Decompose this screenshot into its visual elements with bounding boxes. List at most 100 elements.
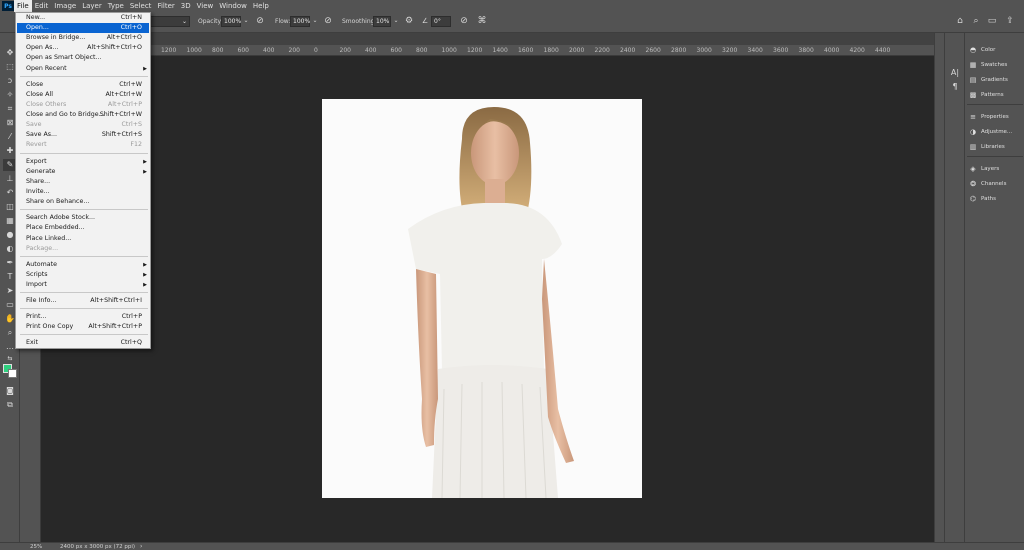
vertical-scrollbar[interactable]: [934, 33, 944, 542]
brush-mode-select[interactable]: ⌄: [150, 16, 190, 27]
screen-mode-icon[interactable]: ⧉: [3, 399, 17, 411]
character-panel-icon[interactable]: A|: [948, 67, 962, 79]
menu-item-invite[interactable]: Invite...: [17, 187, 149, 197]
menu-item-close-bridge[interactable]: Close and Go to Bridge... Shift+Ctrl+W: [17, 110, 149, 120]
menu-select[interactable]: Select: [127, 0, 155, 12]
menu-item-export[interactable]: Export ▶: [17, 157, 149, 167]
menu-item-open[interactable]: Open... Ctrl+O: [17, 23, 149, 33]
menu-view[interactable]: View: [194, 0, 217, 12]
patterns-icon: ▩: [969, 91, 977, 99]
menu-item-import[interactable]: Import ▶: [17, 280, 149, 290]
ruler-tick-label: 3600: [773, 47, 789, 54]
menu-item-scripts[interactable]: Scripts ▶: [17, 270, 149, 280]
menu-type[interactable]: Type: [105, 0, 127, 12]
panel-color[interactable]: ◓ Color: [969, 44, 995, 56]
menu-item-open-smart-object[interactable]: Open as Smart Object...: [17, 53, 149, 63]
menu-item-open-as[interactable]: Open As... Alt+Shift+Ctrl+O: [17, 43, 149, 53]
ruler-tick-label: 2400: [620, 47, 636, 54]
zoom-level[interactable]: 25%: [30, 544, 42, 550]
panel-properties-label: Properties: [981, 114, 1009, 120]
paragraph-panel-icon[interactable]: ¶: [948, 81, 962, 93]
menu-item-share-behance[interactable]: Share on Behance...: [17, 197, 149, 207]
menu-item-new[interactable]: New... Ctrl+N: [17, 13, 149, 23]
menu-image[interactable]: Image: [51, 0, 79, 12]
menu-item-search-stock[interactable]: Search Adobe Stock...: [17, 213, 149, 223]
share-icon[interactable]: ⇪: [1004, 15, 1016, 27]
menu-layer[interactable]: Layer: [79, 0, 105, 12]
panel-gradients-label: Gradients: [981, 77, 1008, 83]
panel-libraries[interactable]: ▥ Libraries: [969, 141, 1005, 153]
gear-icon[interactable]: ⚙: [403, 15, 415, 27]
chevron-right-icon[interactable]: ›: [140, 543, 142, 550]
collapsed-tools-strip: A| ¶: [944, 33, 964, 542]
menu-3d[interactable]: 3D: [178, 0, 194, 12]
angle-input[interactable]: 0°: [431, 16, 451, 27]
menu-item-place-linked[interactable]: Place Linked...: [17, 234, 149, 244]
panel-channels-label: Channels: [981, 181, 1007, 187]
menu-item-close[interactable]: Close Ctrl+W: [17, 80, 149, 90]
panel-patterns-label: Patterns: [981, 92, 1004, 98]
panel-dock: ◓ Color ▦ Swatches ▤ Gradients ▩ Patterns ≡ P…: [964, 33, 1024, 542]
panel-properties[interactable]: ≡ Properties: [969, 111, 1009, 123]
menu-item-package: Package...: [26, 245, 59, 252]
menu-help[interactable]: Help: [250, 0, 272, 12]
menu-file[interactable]: File: [14, 0, 32, 12]
menu-window[interactable]: Window: [216, 0, 250, 12]
chevron-right-icon: ▶: [143, 282, 147, 288]
panel-patterns[interactable]: ▩ Patterns: [969, 89, 1004, 101]
menu-item-save-as[interactable]: Save As... Shift+Ctrl+S: [17, 130, 149, 140]
document-tab-bar: [30, 33, 934, 45]
menu-separator: [20, 256, 148, 257]
chevron-right-icon: ▶: [143, 169, 147, 175]
panel-channels[interactable]: ❂ Channels: [969, 178, 1006, 190]
symmetry-icon[interactable]: ⌘: [476, 15, 488, 27]
panel-gradients[interactable]: ▤ Gradients: [969, 74, 1008, 86]
menu-item-browse-bridge[interactable]: Browse in Bridge... Alt+Ctrl+O: [17, 33, 149, 43]
background-color-swatch[interactable]: [8, 369, 17, 378]
chevron-down-icon[interactable]: ⌄: [390, 15, 402, 27]
flow-label: Flow:: [275, 18, 291, 25]
chevron-down-icon[interactable]: ⌄: [309, 15, 321, 27]
document-info[interactable]: 2400 px x 3000 px (72 ppi): [60, 544, 135, 550]
panel-paths-label: Paths: [981, 196, 996, 202]
panel-adjustments[interactable]: ◑ Adjustme...: [969, 126, 1012, 138]
menu-item-automate[interactable]: Automate ▶: [17, 260, 149, 270]
menu-item-generate[interactable]: Generate ▶: [17, 167, 149, 177]
menu-item-close-all[interactable]: Close All Alt+Ctrl+W: [17, 90, 149, 100]
ruler-tick-label: 1000: [441, 47, 457, 54]
menu-separator: [20, 76, 148, 77]
menu-item-save: Save Ctrl+S: [26, 121, 142, 128]
ruler-tick-label: 3200: [722, 47, 738, 54]
airbrush-icon[interactable]: ⊘: [322, 15, 334, 27]
ruler-tick-label: 0: [314, 47, 318, 54]
horizontal-ruler: 1200 1000 800 600 400 200 0 200 400 600 800 1000 120…: [30, 45, 934, 56]
search-icon[interactable]: ⌕: [970, 15, 982, 27]
document-canvas[interactable]: [322, 99, 642, 498]
panel-libraries-label: Libraries: [981, 144, 1005, 150]
menu-item-open-recent[interactable]: Open Recent ▶: [17, 64, 149, 74]
pressure-opacity-icon[interactable]: ⊘: [254, 15, 266, 27]
menu-item-file-info[interactable]: File Info... Alt+Shift+Ctrl+I: [17, 296, 149, 306]
panel-layers[interactable]: ◈ Layers: [969, 163, 999, 175]
chevron-down-icon[interactable]: ⌄: [240, 15, 252, 27]
quick-mask-icon[interactable]: ◙: [3, 385, 17, 397]
menu-item-print[interactable]: Print... Ctrl+P: [17, 312, 149, 322]
flow-input[interactable]: 100%: [290, 16, 310, 27]
home-icon[interactable]: ⌂: [954, 15, 966, 27]
menu-edit[interactable]: Edit: [32, 0, 52, 12]
chevron-right-icon: ▶: [143, 262, 147, 268]
ruler-tick-label: 2800: [671, 47, 687, 54]
opacity-input[interactable]: 100%: [221, 16, 241, 27]
smoothing-input[interactable]: 10%: [373, 16, 391, 27]
workspace-icon[interactable]: ▭: [986, 15, 998, 27]
menu-item-exit[interactable]: Exit Ctrl+Q: [17, 338, 149, 348]
chevron-down-icon: ⌄: [181, 18, 187, 25]
menu-item-place-embedded[interactable]: Place Embedded...: [17, 223, 149, 233]
menu-item-share[interactable]: Share...: [17, 177, 149, 187]
panel-paths[interactable]: ⌬ Paths: [969, 193, 996, 205]
panel-swatches[interactable]: ▦ Swatches: [969, 59, 1008, 71]
menu-filter[interactable]: Filter: [154, 0, 177, 12]
menu-item-print-one-copy[interactable]: Print One Copy Alt+Shift+Ctrl+P: [17, 322, 149, 332]
channels-icon: ❂: [970, 180, 976, 188]
pressure-size-icon[interactable]: ⊘: [458, 15, 470, 27]
